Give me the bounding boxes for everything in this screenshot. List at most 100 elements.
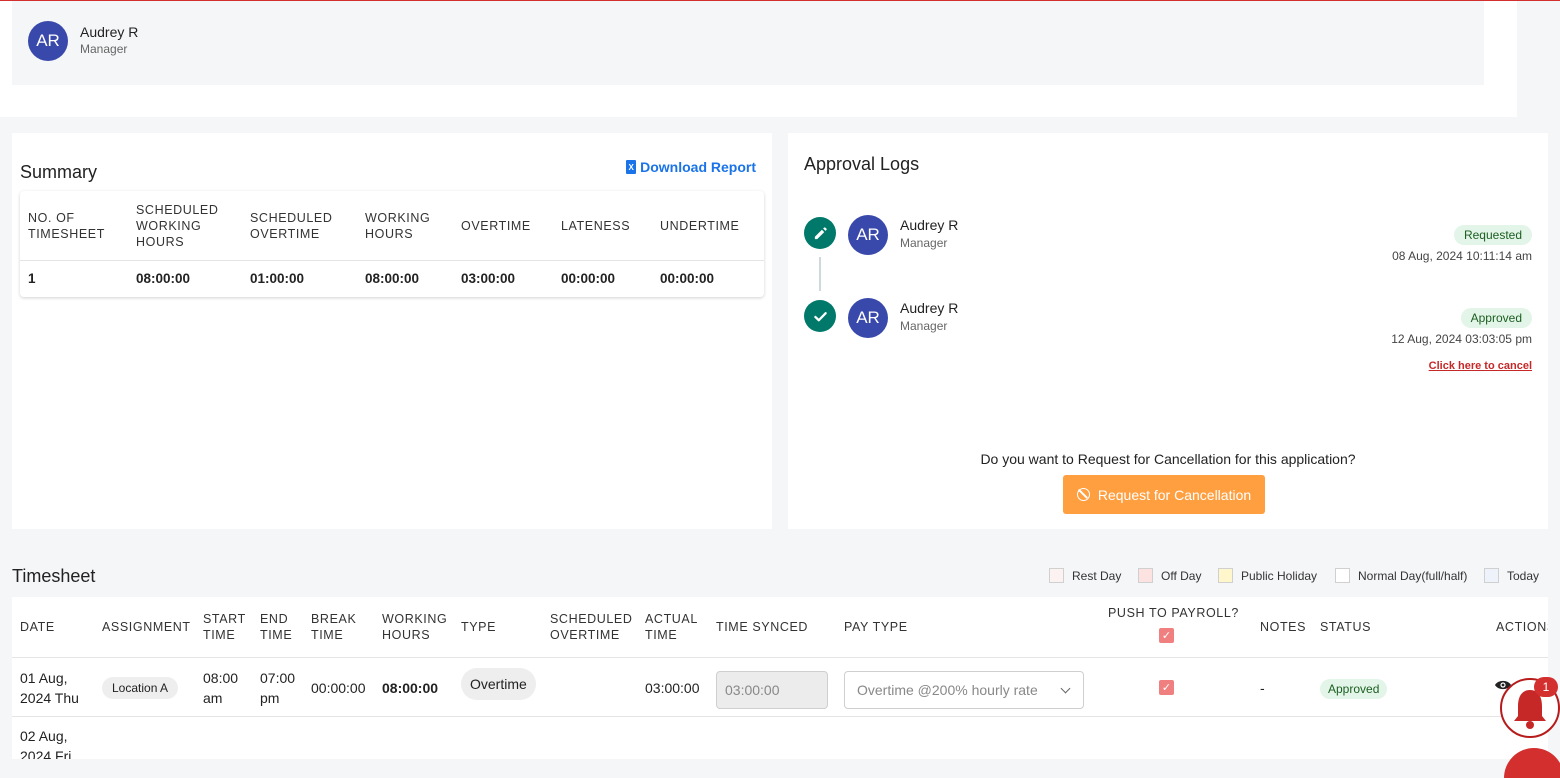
timesheet-col-header: DATE: [20, 620, 55, 634]
summary-table: NO. OF TIMESHEET SCHEDULED WORKING HOURS…: [20, 191, 764, 297]
avatar: AR: [28, 21, 68, 61]
table-row: 02 Aug, 2024 Fri: [12, 717, 1548, 759]
summary-value: 08:00:00: [365, 271, 420, 286]
push-to-payroll-all-checkbox[interactable]: ✓: [1159, 628, 1174, 643]
pay-type-value: Overtime @200% hourly rate: [857, 682, 1038, 698]
legend-item-normal-day: Normal Day(full/half): [1335, 568, 1467, 583]
summary-value: 03:00:00: [461, 271, 516, 286]
timesheet-col-header: PAY TYPE: [844, 620, 908, 634]
summary-col-header: OVERTIME: [461, 218, 531, 233]
timesheet-table-header: DATE ASSIGNMENT START TIME END TIME BREA…: [12, 597, 1548, 658]
employee-info-box: AR Audrey R Manager: [12, 1, 1484, 85]
legend-swatch: [1049, 568, 1064, 583]
avatar: AR: [848, 215, 888, 255]
summary-value: 00:00:00: [660, 271, 715, 286]
timesheet-col-header: START TIME: [203, 612, 246, 642]
download-report-label: Download Report: [640, 159, 756, 175]
log-user-role: Manager: [900, 236, 948, 250]
pencil-icon: [804, 217, 836, 249]
assignment-chip: Location A: [102, 677, 179, 699]
timesheet-col-header: END TIME: [260, 612, 293, 642]
request-cancellation-button[interactable]: Request for Cancellation: [1063, 475, 1265, 514]
status-badge: Approved: [1320, 679, 1388, 699]
summary-col-header: WORKING HOURS: [365, 210, 431, 241]
legend-label: Today: [1507, 568, 1540, 583]
log-user-role: Manager: [900, 319, 948, 333]
actual-time-cell: 03:00:00: [645, 680, 700, 696]
time-synced-field[interactable]: 03:00:00: [716, 671, 828, 709]
legend-swatch: [1335, 568, 1350, 583]
table-row: 01 Aug, 2024 Thu Location A 08:00 am 07:…: [12, 658, 1548, 717]
download-report-link[interactable]: X Download Report: [626, 159, 756, 175]
summary-col-header: NO. OF TIMESHEET: [28, 210, 105, 241]
employee-header: AR Audrey R Manager: [0, 1, 1517, 117]
legend-label: Normal Day(full/half): [1358, 568, 1468, 583]
push-to-payroll-checkbox[interactable]: ✓: [1159, 680, 1174, 695]
status-badge: Approved: [1460, 308, 1532, 328]
summary-table-row: 1 08:00:00 01:00:00 08:00:00 03:00:00 00…: [20, 261, 764, 297]
timesheet-title: Timesheet: [12, 566, 96, 586]
legend-label: Public Holiday: [1241, 568, 1318, 583]
ban-icon: [1076, 488, 1090, 501]
summary-col-header: LATENESS: [561, 218, 631, 233]
summary-value: 08:00:00: [136, 271, 191, 286]
summary-col-header: SCHEDULED OVERTIME: [250, 210, 333, 241]
summary-value: 00:00:00: [561, 271, 616, 286]
type-pill: Overtime: [461, 668, 536, 700]
date-cell: 02 Aug, 2024 Fri: [20, 728, 72, 759]
timesheet-col-header: PUSH TO PAYROLL?: [1108, 606, 1239, 620]
date-cell: 01 Aug, 2024 Thu: [20, 670, 79, 706]
timesheet-col-header: NOTES: [1260, 620, 1307, 634]
approval-logs-title: Approval Logs: [804, 154, 920, 174]
timesheet-col-header: SCHEDULED OVERTIME: [550, 612, 633, 642]
cancellation-question: Do you want to Request for Cancellation …: [980, 451, 1356, 467]
timesheet-col-header: ACTIONS: [1496, 620, 1548, 634]
end-time-cell: 07:00 pm: [260, 670, 296, 706]
legend-label: Off Day: [1161, 568, 1202, 583]
employee-role: Manager: [80, 42, 128, 56]
timesheet-col-header: STATUS: [1320, 620, 1372, 634]
legend-swatch: [1218, 568, 1233, 583]
legend-label: Rest Day: [1072, 568, 1122, 583]
timesheet-col-header: TYPE: [461, 620, 497, 634]
log-user-name: Audrey R: [900, 300, 959, 316]
excel-file-icon: X: [626, 160, 637, 174]
approval-logs-panel: Approval Logs AR Audrey R Manager Reques…: [788, 133, 1548, 529]
log-user-name: Audrey R: [900, 217, 959, 233]
legend-swatch: [1138, 568, 1153, 583]
notes-cell: -: [1260, 680, 1265, 696]
chevron-down-icon: [1060, 683, 1071, 694]
pay-type-select[interactable]: Overtime @200% hourly rate: [844, 671, 1084, 709]
request-cancellation-label: Request for Cancellation: [1097, 486, 1252, 503]
break-time-cell: 00:00:00: [311, 680, 366, 696]
notification-count-badge: 1: [1534, 677, 1558, 697]
timesheet-col-header: WORKING HOURS: [382, 612, 448, 642]
legend-item-public-holiday: Public Holiday: [1218, 568, 1317, 583]
legend-item-off-day: Off Day: [1138, 568, 1201, 583]
summary-col-header: SCHEDULED WORKING HOURS: [136, 202, 219, 249]
timeline-connector: [819, 257, 821, 291]
employee-name: Audrey R: [80, 24, 139, 40]
legend-item-today: Today: [1484, 568, 1539, 583]
avatar: AR: [848, 298, 888, 338]
legend-item-rest-day: Rest Day: [1049, 568, 1121, 583]
timesheet-col-header: ACTUAL TIME: [645, 612, 698, 642]
timesheet-table: DATE ASSIGNMENT START TIME END TIME BREA…: [12, 597, 1548, 759]
check-icon: [804, 300, 836, 332]
log-timestamp: 08 Aug, 2024 10:11:14 am: [1392, 249, 1532, 263]
summary-value: 1: [28, 271, 36, 286]
summary-table-header: NO. OF TIMESHEET SCHEDULED WORKING HOURS…: [20, 191, 764, 261]
cancel-link[interactable]: Click here to cancel: [1429, 360, 1532, 372]
start-time-cell: 08:00 am: [203, 670, 239, 706]
log-timestamp: 12 Aug, 2024 03:03:05 pm: [1391, 332, 1532, 346]
summary-title: Summary: [20, 162, 98, 182]
timesheet-col-header: BREAK TIME: [311, 612, 357, 642]
summary-col-header: UNDERTIME: [660, 218, 740, 233]
summary-panel: Summary X Download Report NO. OF TIMESHE…: [12, 133, 772, 529]
timesheet-col-header: TIME SYNCED: [716, 620, 809, 634]
legend-swatch: [1484, 568, 1499, 583]
summary-value: 01:00:00: [250, 271, 305, 286]
timesheet-col-header: ASSIGNMENT: [102, 620, 191, 634]
status-badge: Requested: [1453, 225, 1532, 245]
working-hours-cell: 08:00:00: [382, 680, 439, 696]
